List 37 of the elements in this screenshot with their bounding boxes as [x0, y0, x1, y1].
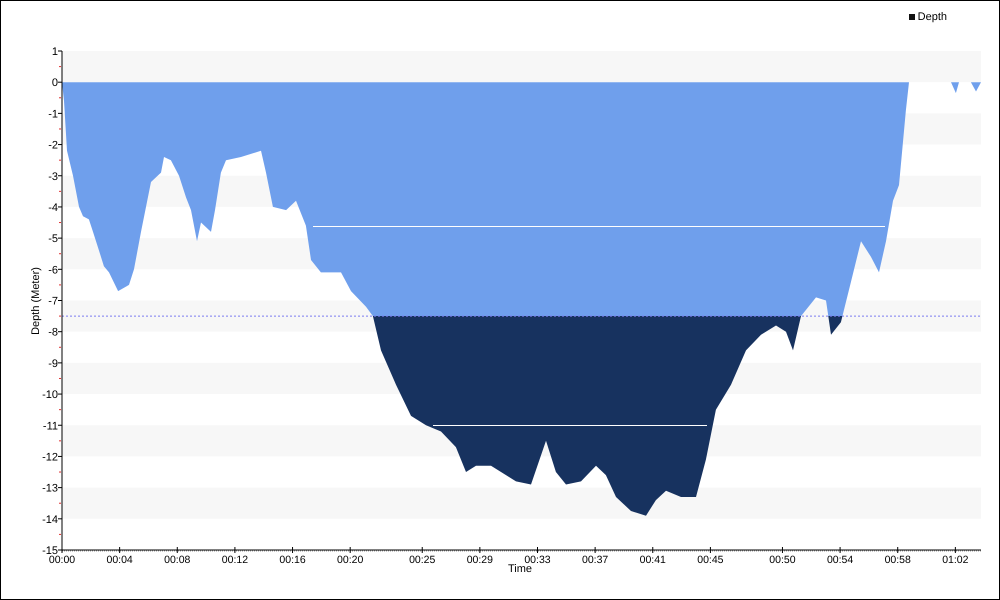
y-tick-label: -1 — [48, 108, 58, 120]
x-tick-label: 00:54 — [826, 554, 854, 566]
y-tick-label: -15 — [42, 545, 58, 557]
y-tick-label: -14 — [42, 514, 58, 526]
x-tick-label: 00:45 — [697, 554, 724, 566]
legend-label: Depth — [918, 10, 947, 25]
x-tick-label: 00:08 — [164, 554, 190, 566]
y-tick-label: -13 — [42, 482, 58, 495]
x-tick-label: 00:04 — [106, 554, 133, 566]
x-tick-label: 01:02 — [942, 554, 968, 566]
y-tick-label: -5 — [48, 233, 58, 246]
y-tick-label: -4 — [48, 202, 58, 214]
y-tick-label: 0 — [52, 77, 58, 90]
y-tick-label: -9 — [48, 358, 58, 370]
y-tick-label: -10 — [42, 389, 58, 402]
x-tick-label: 00:16 — [279, 554, 306, 566]
x-tick-label: 00:50 — [769, 554, 796, 566]
y-tick-label: 1 — [52, 46, 58, 58]
x-tick-label: 00:33 — [524, 554, 551, 566]
legend-swatch-icon — [908, 14, 915, 20]
y-tick-label: -3 — [48, 170, 58, 183]
y-tick-label: -11 — [42, 420, 58, 432]
x-tick-label: 00:20 — [337, 554, 364, 566]
x-tick-label: 00:00 — [48, 554, 76, 566]
x-axis-title: Time — [508, 563, 532, 575]
x-tick-label: 00:58 — [884, 554, 911, 566]
y-tick-label: -6 — [48, 264, 58, 276]
x-tick-label: 00:37 — [582, 554, 608, 566]
x-tick-label: 00:25 — [409, 554, 436, 566]
y-axis-title: Depth (Meter) — [30, 267, 42, 335]
y-tick-label: -8 — [48, 326, 58, 339]
x-tick-label: 00:41 — [640, 554, 666, 566]
y-tick-label: -7 — [48, 296, 58, 308]
y-tick-label: -2 — [48, 140, 58, 152]
y-tick-label: -12 — [42, 451, 58, 464]
x-tick-label: 00:12 — [222, 554, 248, 566]
x-tick-label: 00:29 — [466, 554, 493, 566]
